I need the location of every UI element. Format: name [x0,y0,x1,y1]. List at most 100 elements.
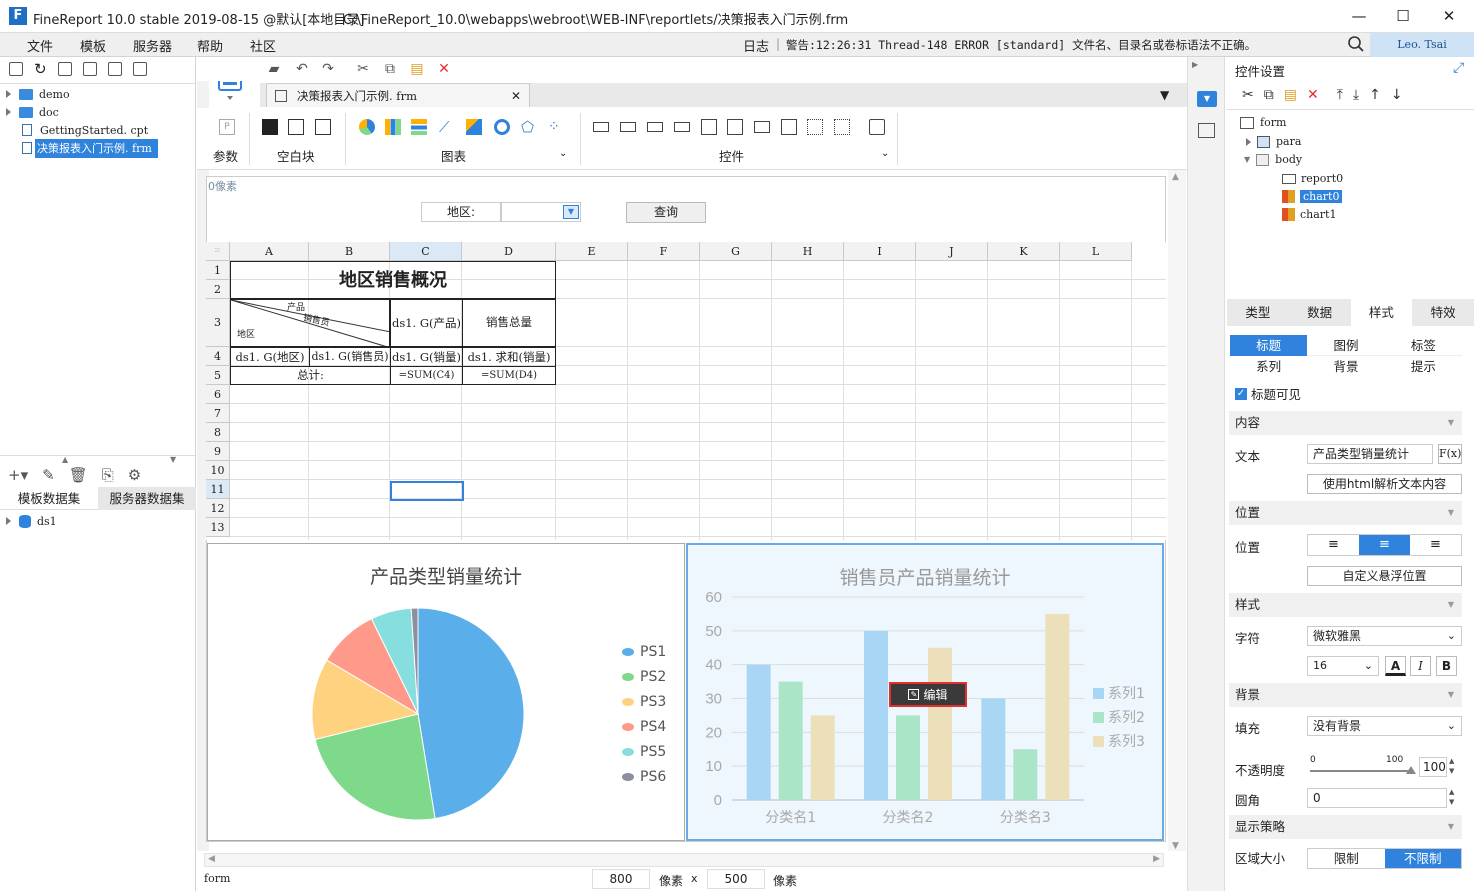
title-text-input[interactable]: 产品类型销量统计 [1307,444,1433,464]
row-header-11[interactable]: 11 [206,480,230,499]
legend-item-ps1[interactable]: PS1 [622,639,666,664]
column-header-k[interactable]: K [988,242,1060,261]
row-header-6[interactable]: 6 [206,385,230,404]
text-widget-icon[interactable] [593,122,609,132]
edit-icon[interactable]: ✎ [42,466,55,484]
minimize-icon[interactable]: — [1349,6,1369,26]
copy-icon[interactable]: ⧉ [1264,87,1274,103]
column-header-b[interactable]: B [309,242,390,261]
menu-community[interactable]: 社区 [250,36,276,55]
align-center-icon[interactable]: ≡ [1359,535,1410,555]
chart0-widget[interactable]: 产品类型销量统计 PS1 PS2 PS3 PS4 PS5 PS6 [207,543,685,841]
cell-a3-diagonal[interactable]: 产品 销售员 地区 [230,299,390,347]
limit-option[interactable]: 限制 [1308,849,1385,868]
scroll-down-icon[interactable]: ▼ [1172,841,1179,851]
component-library-icon[interactable] [1198,123,1215,138]
title-visible-checkbox[interactable]: ✓ 标题可见 [1235,384,1301,403]
open-icon[interactable] [57,62,72,76]
row-header-10[interactable]: 10 [206,461,230,480]
expand-down-icon[interactable]: ▼ [170,455,176,464]
row-header-7[interactable]: 7 [206,404,230,423]
bar-系列2-分类名3[interactable] [1013,749,1038,800]
chevron-down-icon[interactable]: ⌄ [559,148,567,159]
italic-button[interactable]: I [1410,656,1431,676]
chevron-down-icon[interactable]: ▼ [1448,411,1454,435]
tree-item-frm[interactable]: 决策报表入门示例. frm [6,138,158,158]
column-header-i[interactable]: I [844,242,916,261]
param-icon[interactable]: P [219,119,235,135]
legend-item-ps2[interactable]: PS2 [622,664,666,689]
split-block-icon[interactable] [288,119,304,135]
delete-icon[interactable]: ✕ [435,60,453,78]
row-header-4[interactable]: 4 [206,347,230,366]
height-input[interactable]: 500 [707,869,765,889]
fill-select[interactable]: 没有背景 ⌄ [1307,716,1462,736]
column-header-g[interactable]: G [700,242,772,261]
save-icon[interactable]: ▰ [265,60,283,78]
bar-系列3-分类名1[interactable] [810,715,835,800]
combo-widget-icon[interactable] [674,122,690,132]
undo-icon[interactable]: ↶ [293,60,311,78]
tree-node-report0[interactable]: report0 [1282,172,1343,185]
expand-icon[interactable] [6,108,11,116]
legend-item-ps5[interactable]: PS5 [622,739,666,764]
widget-settings-icon[interactable]: ▼ [1197,91,1217,107]
expand-icon[interactable] [6,90,11,98]
add-dataset-icon[interactable]: +▾ [8,466,28,484]
subtab-label[interactable]: 标签 [1384,335,1462,356]
search-icon[interactable] [1347,35,1365,53]
preview-icon[interactable]: ⎘ [102,466,114,484]
search-widget-icon[interactable] [869,119,885,135]
cell-d3[interactable]: 销售总量 [462,299,556,347]
section-position[interactable]: 位置 ▼ [1229,501,1462,525]
list-widget-icon[interactable] [701,119,717,135]
legend-item-系列1[interactable]: 系列1 [1093,681,1145,705]
tab-menu-icon[interactable]: ▼ [1160,88,1169,102]
radius-input[interactable]: 0 [1307,788,1447,808]
bar-系列1-分类名3[interactable] [981,698,1006,801]
copy-icon[interactable] [132,62,147,76]
font-size-select[interactable]: 16 ⌄ [1307,656,1379,676]
collapse-icon[interactable]: ▲ [62,455,68,464]
tab-data[interactable]: 数据 [1289,299,1351,326]
subtab-series[interactable]: 系列 [1230,356,1307,377]
chevron-down-icon[interactable]: ▼ [1448,501,1454,525]
area-chart-icon[interactable] [466,119,482,135]
redo-icon[interactable]: ↷ [319,60,337,78]
legend-item-系列2[interactable]: 系列2 [1093,705,1145,729]
select-all-icon[interactable]: ⁙ [206,242,230,261]
cell-d4[interactable]: ds1. 求和(销量) [462,347,556,367]
tab-frm[interactable]: 决策报表入门示例. frm ✕ [266,83,530,107]
textarea-widget-icon[interactable] [781,119,797,135]
subtab-tooltip[interactable]: 提示 [1385,356,1462,377]
cut-icon[interactable]: ✂ [1242,87,1254,103]
subtab-background[interactable]: 背景 [1307,356,1384,377]
cell-a1-merged[interactable]: 地区销售概况 [230,261,556,299]
row-header-5[interactable]: 5 [206,366,230,385]
tree-item-gettingstarted[interactable]: GettingStarted. cpt [6,121,158,139]
row-header-1[interactable]: 1 [206,261,230,280]
button-widget-icon[interactable] [647,122,663,132]
row-header-3[interactable]: 3 [206,299,230,347]
chevron-down-icon[interactable]: ⌄ [881,148,889,159]
cell-a5[interactable]: 总计: [230,366,391,385]
menu-server[interactable]: 服务器 [133,36,172,55]
tree-node-form[interactable]: form [1240,116,1286,129]
date-widget-icon[interactable] [727,119,743,135]
tree-node-para[interactable]: para [1246,135,1301,148]
row-header-9[interactable]: 9 [206,442,230,461]
dataset-settings-icon[interactable]: ⚙ [128,466,141,484]
row-header-12[interactable]: 12 [206,499,230,518]
move-bottom-icon[interactable]: ⤓ [1353,87,1359,103]
nolimit-option[interactable]: 不限制 [1384,849,1461,868]
refresh-icon[interactable]: ↻ [34,62,47,77]
radius-spinner-icon[interactable]: ▲ ▼ [1449,787,1454,807]
align-left-icon[interactable]: ≡ [1308,535,1359,555]
opacity-spinner-icon[interactable]: ▲ ▼ [1449,756,1454,776]
tab-effects[interactable]: 特效 [1412,299,1474,326]
column-header-e[interactable]: E [556,242,628,261]
close-icon[interactable]: ✕ [1439,6,1459,26]
delete-icon[interactable] [107,62,122,76]
formula-button[interactable]: F(x) [1438,444,1462,464]
tab-type[interactable]: 类型 [1227,299,1289,326]
